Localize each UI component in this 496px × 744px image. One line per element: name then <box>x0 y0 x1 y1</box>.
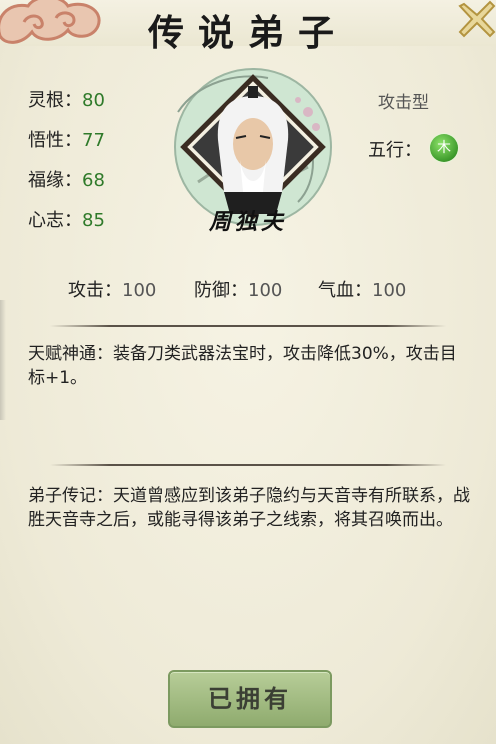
attr-attack: 攻击：100 <box>68 276 156 302</box>
wuxing-label: 五行： <box>368 140 422 161</box>
stat-label: 灵根 <box>28 90 64 111</box>
close-icon[interactable] <box>458 0 496 38</box>
stat-value: 77 <box>82 130 105 151</box>
attr-value: 100 <box>122 280 157 301</box>
stat-wuxing: 悟性：77 <box>28 130 105 151</box>
disciple-panel: 传说弟子 灵根：80 悟性：77 福缘：68 心志：85 周独夫 攻击型 五行：… <box>0 0 496 744</box>
stat-value: 85 <box>82 210 105 231</box>
owned-button[interactable]: 已拥有 <box>168 670 332 728</box>
stat-fuyuan: 福缘：68 <box>28 170 105 191</box>
page-title: 传说弟子 <box>147 12 348 54</box>
attr-label: 气血： <box>318 280 372 301</box>
attr-label: 攻击： <box>68 280 122 301</box>
biography-text: 弟子传记：天道曾感应到该弟子隐约与天音寺有所联系，战胜天音寺之后，或能寻得该弟子… <box>28 486 470 530</box>
divider <box>50 464 446 466</box>
stat-value: 68 <box>82 170 105 191</box>
stat-xinzhi: 心志：85 <box>28 210 105 231</box>
stat-linggen: 灵根：80 <box>28 90 105 111</box>
talent-text: 天赋神通：装备刀类武器法宝时，攻击降低30%，攻击目标+1。 <box>28 344 457 388</box>
divider <box>50 325 446 327</box>
attr-value: 100 <box>248 280 283 301</box>
stat-value: 80 <box>82 90 105 111</box>
attr-hp: 气血：100 <box>318 276 406 302</box>
wood-element-icon: 木 <box>430 134 458 162</box>
attr-label: 防御： <box>194 280 248 301</box>
attr-value: 100 <box>372 280 407 301</box>
stat-label: 福缘 <box>28 170 64 191</box>
disciple-name: 周独夫 <box>208 209 287 235</box>
stat-label: 悟性 <box>28 130 64 151</box>
edge-shadow <box>0 300 6 420</box>
stat-label: 心志 <box>28 210 64 231</box>
disciple-type: 攻击型 <box>378 93 429 113</box>
attr-defense: 防御：100 <box>194 276 282 302</box>
